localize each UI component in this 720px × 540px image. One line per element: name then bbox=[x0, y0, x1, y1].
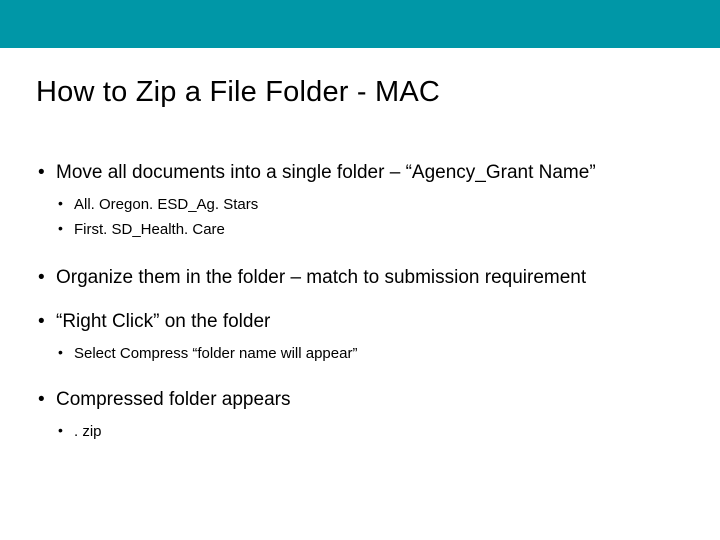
bullet-item: Compressed folder appears . zip bbox=[38, 388, 720, 442]
bullet-item: Move all documents into a single folder … bbox=[38, 161, 720, 240]
sub-bullet-item: All. Oregon. ESD_Ag. Stars bbox=[58, 194, 720, 215]
bullet-text: Move all documents into a single folder … bbox=[56, 162, 596, 183]
slide-content: Move all documents into a single folder … bbox=[0, 109, 720, 442]
header-bar bbox=[0, 0, 720, 48]
page-title: How to Zip a File Folder - MAC bbox=[0, 48, 720, 109]
sub-bullet-item: Select Compress “folder name will appear… bbox=[58, 343, 720, 364]
sub-bullet-item: . zip bbox=[58, 421, 720, 442]
bullet-text: “Right Click” on the folder bbox=[56, 311, 270, 332]
bullet-text: Organize them in the folder – match to s… bbox=[56, 267, 586, 288]
sub-bullet-item: First. SD_Health. Care bbox=[58, 219, 720, 240]
bullet-item: Organize them in the folder – match to s… bbox=[38, 266, 720, 291]
bullet-item: “Right Click” on the folder Select Compr… bbox=[38, 310, 720, 364]
bullet-text: Compressed folder appears bbox=[56, 389, 290, 410]
